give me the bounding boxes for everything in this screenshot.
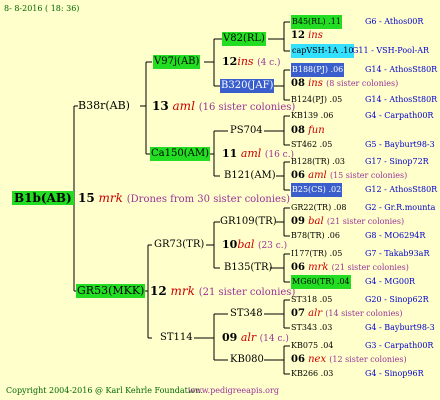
ancestor-queen[interactable]: ST318 .05 bbox=[291, 293, 332, 307]
ancestor-reference: G7 - Takab93aR bbox=[365, 249, 430, 258]
ancestor-reference: G3 - Carpath00R bbox=[365, 341, 434, 350]
root-drones: 15 mrk (Drones from 30 sister colonies) bbox=[78, 191, 290, 205]
ancestor-queen[interactable]: KB266 .03 bbox=[291, 367, 333, 381]
queen-b320[interactable]: B320(JAF) bbox=[220, 79, 275, 93]
ancestor-reference: G12 - AthosSt80R bbox=[365, 185, 438, 194]
ancestor-drones: 08 fun bbox=[291, 125, 325, 136]
ancestor-drones: 07 alr (14 sister colonies) bbox=[291, 308, 403, 319]
queen-gr109[interactable]: GR109(TR) bbox=[220, 215, 277, 229]
drones-st114: 09 alr (14 c.) bbox=[222, 331, 289, 344]
report-date: 8- 8-2016 ( 18: 36) bbox=[4, 4, 80, 13]
drones-b38r: 13 aml (16 sister colonies) bbox=[152, 99, 296, 113]
footer-url[interactable]: www.pedigreeapis.org bbox=[188, 384, 279, 398]
ancestor-reference: G2 - Gr.R.mounta bbox=[365, 203, 436, 212]
queen-b121[interactable]: B121(AM) bbox=[224, 169, 276, 183]
ancestor-queen[interactable]: B78(TR) .06 bbox=[291, 229, 340, 243]
ancestor-reference: G4 - Bayburt98-3 bbox=[365, 323, 435, 332]
ancestor-queen[interactable]: KB075 .04 bbox=[291, 339, 333, 353]
queen-gr53[interactable]: GR53(MKK) bbox=[76, 284, 146, 298]
ancestor-drones: 06 mrk (21 sister colonies) bbox=[291, 262, 409, 273]
drones-v97j: 12ins (4 c.) bbox=[222, 55, 281, 68]
ancestor-reference: G11 - VSH-Pool-AR bbox=[352, 46, 430, 55]
ancestor-queen[interactable]: ST343 .03 bbox=[291, 321, 332, 335]
drones-gr53: 12 mrk (21 sister colonies) bbox=[150, 284, 296, 298]
copyright: Copyright 2004-2016 @ Karl Kehrle Founda… bbox=[6, 386, 203, 395]
ancestor-reference: G6 - Athos00R bbox=[365, 17, 424, 26]
queen-st348[interactable]: ST348 bbox=[230, 307, 263, 321]
ancestor-queen[interactable]: ST462 .05 bbox=[291, 138, 332, 152]
ancestor-drones: 06 aml (15 sister colonies) bbox=[291, 170, 408, 181]
ancestor-queen[interactable]: MG60(TR) .04 bbox=[291, 275, 351, 289]
ancestor-reference: G4 - Sinop96R bbox=[365, 369, 424, 378]
ancestor-drones: 09 bal (21 sister colonies) bbox=[291, 216, 405, 227]
ancestor-reference: G20 - Sinop62R bbox=[365, 295, 429, 304]
ancestor-queen[interactable]: GR22(TR) .08 bbox=[291, 201, 346, 215]
queen-b38r[interactable]: B38r(AB) bbox=[78, 99, 130, 113]
ancestor-reference: G4 - MG00R bbox=[365, 277, 416, 286]
queen-v82[interactable]: V82(RL) bbox=[222, 32, 266, 46]
ancestor-reference: G14 - AthosSt80R bbox=[365, 95, 438, 104]
queen-ps704[interactable]: PS704 bbox=[230, 124, 263, 138]
ancestor-drones: 12 ins bbox=[291, 30, 323, 41]
ancestor-queen[interactable]: B124(PJ) .05 bbox=[291, 93, 342, 107]
queen-v97j[interactable]: V97j(AB) bbox=[153, 55, 201, 69]
ancestor-reference: G5 - Bayburt98-3 bbox=[365, 140, 435, 149]
queen-b135[interactable]: B135(TR) bbox=[224, 261, 272, 275]
root-queen[interactable]: B1b(AB) bbox=[12, 191, 74, 205]
drones-ca150: 11 aml (16 c.) bbox=[222, 147, 295, 160]
ancestor-drones: 06 nex (12 sister colonies) bbox=[291, 354, 407, 365]
ancestor-reference: G14 - AthosSt80R bbox=[365, 65, 438, 74]
queen-st114[interactable]: ST114 bbox=[160, 331, 193, 345]
ancestor-queen[interactable]: B188(PJ) .06 bbox=[291, 63, 345, 77]
ancestor-queen[interactable]: B25(CS) .02 bbox=[291, 183, 343, 197]
ancestor-queen[interactable]: capVSH-1A .10 bbox=[291, 44, 355, 58]
queen-kb080[interactable]: KB080 bbox=[230, 353, 264, 367]
ancestor-drones: 08 ins (8 sister colonies) bbox=[291, 78, 399, 89]
ancestor-queen[interactable]: I177(TR) .05 bbox=[291, 247, 342, 261]
drones-gr73: 10bal (23 c.) bbox=[222, 238, 288, 251]
ancestor-queen[interactable]: B45(RL) .11 bbox=[291, 15, 342, 29]
ancestor-reference: G8 - MO6294R bbox=[365, 231, 426, 240]
ancestor-reference: G17 - Sinop72R bbox=[365, 157, 429, 166]
queen-ca150[interactable]: Ca150(AM) bbox=[150, 147, 210, 161]
ancestor-reference: G4 - Carpath00R bbox=[365, 111, 434, 120]
ancestor-queen[interactable]: B128(TR) .03 bbox=[291, 155, 345, 169]
ancestor-queen[interactable]: KB139 .06 bbox=[291, 109, 333, 123]
queen-gr73[interactable]: GR73(TR) bbox=[154, 238, 204, 252]
